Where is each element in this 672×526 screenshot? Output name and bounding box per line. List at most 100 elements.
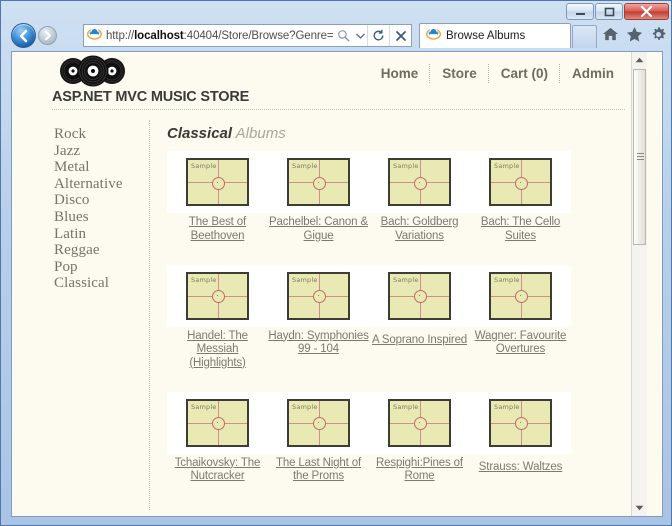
album-thumbnail[interactable]: Sample <box>470 264 571 327</box>
home-icon[interactable] <box>601 25 619 43</box>
forward-button[interactable] <box>38 26 57 45</box>
title-bar <box>1 1 672 20</box>
nav-link-home[interactable]: Home <box>370 65 430 82</box>
album-title-link[interactable]: The Last Night of the Proms <box>268 457 369 484</box>
gear-icon[interactable] <box>649 25 667 43</box>
album-thumbnail[interactable]: Sample <box>369 391 470 454</box>
album-thumbnail[interactable]: Sample <box>268 264 369 327</box>
album-thumbnail[interactable]: Sample <box>268 391 369 454</box>
album-area: Classical Albums Sample The Best of Beeth… <box>150 120 625 510</box>
nav-link-store[interactable]: Store <box>431 65 488 82</box>
album-title-link[interactable]: Wagner: Favourite Overtures <box>470 330 571 357</box>
album-title-link[interactable]: Pachelbel: Canon & Gigue <box>268 216 369 243</box>
sample-image-label: Sample <box>494 275 520 284</box>
sample-image-label: Sample <box>393 275 419 284</box>
sample-image-icon: Sample <box>489 398 552 447</box>
maximize-button[interactable] <box>595 3 623 20</box>
address-bar[interactable]: http://localhost:40404/Store/Browse?Genr… <box>83 24 412 47</box>
album-grid: Sample The Best of Beethoven Sample Pachelb… <box>167 151 625 505</box>
page-title: ASP.NET MVC MUSIC STORE <box>52 89 250 105</box>
album-thumbnail[interactable]: Sample <box>369 151 470 213</box>
album-title-link[interactable]: A Soprano Inspired <box>372 334 467 348</box>
sidebar-item-blues[interactable]: Blues <box>54 209 149 226</box>
music-store-logo[interactable] <box>56 55 130 87</box>
sample-image-label: Sample <box>393 162 419 170</box>
sidebar-item-pop[interactable]: Pop <box>54 259 149 276</box>
album-thumbnail[interactable]: Sample <box>470 151 571 213</box>
vertical-scrollbar[interactable] <box>631 52 647 516</box>
star-icon[interactable] <box>625 25 643 43</box>
sidebar-item-disco[interactable]: Disco <box>54 192 149 209</box>
crosshair-circle <box>313 176 326 190</box>
sample-image-label: Sample <box>494 402 520 411</box>
scroll-down-icon[interactable] <box>632 500 647 516</box>
crosshair-circle <box>414 290 427 303</box>
sample-image-icon: Sample <box>388 158 451 206</box>
sample-image-label: Sample <box>494 162 520 170</box>
sidebar-item-reggae[interactable]: Reggae <box>54 242 149 259</box>
site-header: ASP.NET MVC MUSIC STORE Home Store Cart … <box>46 52 625 120</box>
genre-sidebar: Rock Jazz Metal Alternative Disco Blues … <box>46 120 150 510</box>
browser-toolbar: http://localhost:40404/Store/Browse?Genr… <box>1 20 672 51</box>
scrollbar-grip <box>637 153 644 161</box>
sidebar-item-classical[interactable]: Classical <box>54 275 149 292</box>
album-title-link[interactable]: Bach: The Cello Suites <box>470 216 571 243</box>
album-thumbnail[interactable]: Sample <box>369 264 470 327</box>
sample-image-icon: Sample <box>287 158 350 206</box>
album-thumbnail[interactable]: Sample <box>167 151 268 213</box>
album-thumbnail[interactable]: Sample <box>167 391 268 454</box>
web-page: ASP.NET MVC MUSIC STORE Home Store Cart … <box>12 52 647 516</box>
album-item: Sample Respighi:Pines of Rome <box>369 391 470 485</box>
sidebar-item-rock[interactable]: Rock <box>54 126 149 143</box>
album-title-link[interactable]: Bach: Goldberg Variations <box>369 216 470 243</box>
album-thumbnail[interactable]: Sample <box>268 151 369 213</box>
scrollbar-thumb[interactable] <box>633 69 646 245</box>
album-thumbnail[interactable]: Sample <box>470 391 571 454</box>
tab-browse-albums[interactable]: Browse Albums <box>419 23 571 48</box>
sample-image-label: Sample <box>191 275 217 284</box>
album-thumbnail[interactable]: Sample <box>167 264 268 327</box>
sidebar-item-jazz[interactable]: Jazz <box>54 143 149 160</box>
album-title-link[interactable]: Respighi:Pines of Rome <box>369 457 470 484</box>
crosshair-circle <box>515 290 528 303</box>
album-title-link[interactable]: Handel: The Messiah (Highlights) <box>167 330 268 371</box>
album-title-link[interactable]: The Best of Beethoven <box>167 216 268 243</box>
album-item: Sample The Last Night of the Proms <box>268 391 369 485</box>
sidebar-item-alternative[interactable]: Alternative <box>54 176 149 193</box>
sidebar-item-metal[interactable]: Metal <box>54 159 149 176</box>
new-tab-button[interactable] <box>572 25 597 48</box>
album-title-link[interactable]: Tchaikovsky: The Nutcracker <box>167 457 268 484</box>
scroll-up-icon[interactable] <box>632 52 647 68</box>
ie-logo-icon <box>87 26 102 46</box>
refresh-button[interactable] <box>367 25 389 46</box>
back-button[interactable] <box>11 23 36 48</box>
search-icon[interactable] <box>333 25 353 46</box>
crosshair-center-dot <box>419 181 420 183</box>
sample-image-label: Sample <box>292 275 318 284</box>
crosshair-center-dot <box>318 422 319 423</box>
album-title-link[interactable]: Strauss: Waltzes <box>479 461 563 475</box>
page-viewport: ASP.NET MVC MUSIC STORE Home Store Cart … <box>11 51 663 517</box>
nav-link-admin[interactable]: Admin <box>561 65 625 82</box>
sample-image-icon: Sample <box>186 398 249 447</box>
browser-window: http://localhost:40404/Store/Browse?Genr… <box>0 0 672 526</box>
album-item: Sample Haydn: Symphonies 99 - 104 <box>268 264 369 371</box>
sample-image-icon: Sample <box>186 271 249 320</box>
crosshair-circle <box>414 176 427 190</box>
minimize-button[interactable] <box>566 3 594 20</box>
sidebar-item-latin[interactable]: Latin <box>54 226 149 243</box>
crosshair-center-dot <box>419 422 420 423</box>
stop-button[interactable] <box>389 25 411 46</box>
main-navigation: Home Store Cart (0) Admin <box>370 64 625 83</box>
crosshair-center-dot <box>520 422 521 423</box>
crosshair-center-dot <box>217 295 218 296</box>
nav-link-cart[interactable]: Cart (0) <box>490 65 559 82</box>
close-button[interactable] <box>624 3 669 20</box>
album-title-link[interactable]: Haydn: Symphonies 99 - 104 <box>268 330 369 357</box>
sample-image-icon: Sample <box>287 398 350 447</box>
crosshair-center-dot <box>318 181 319 183</box>
chevron-down-icon[interactable] <box>353 25 367 46</box>
crosshair-circle <box>313 290 326 303</box>
album-item: Sample A Soprano Inspired <box>369 264 470 371</box>
album-item: Sample Tchaikovsky: The Nutcracker <box>167 391 268 485</box>
